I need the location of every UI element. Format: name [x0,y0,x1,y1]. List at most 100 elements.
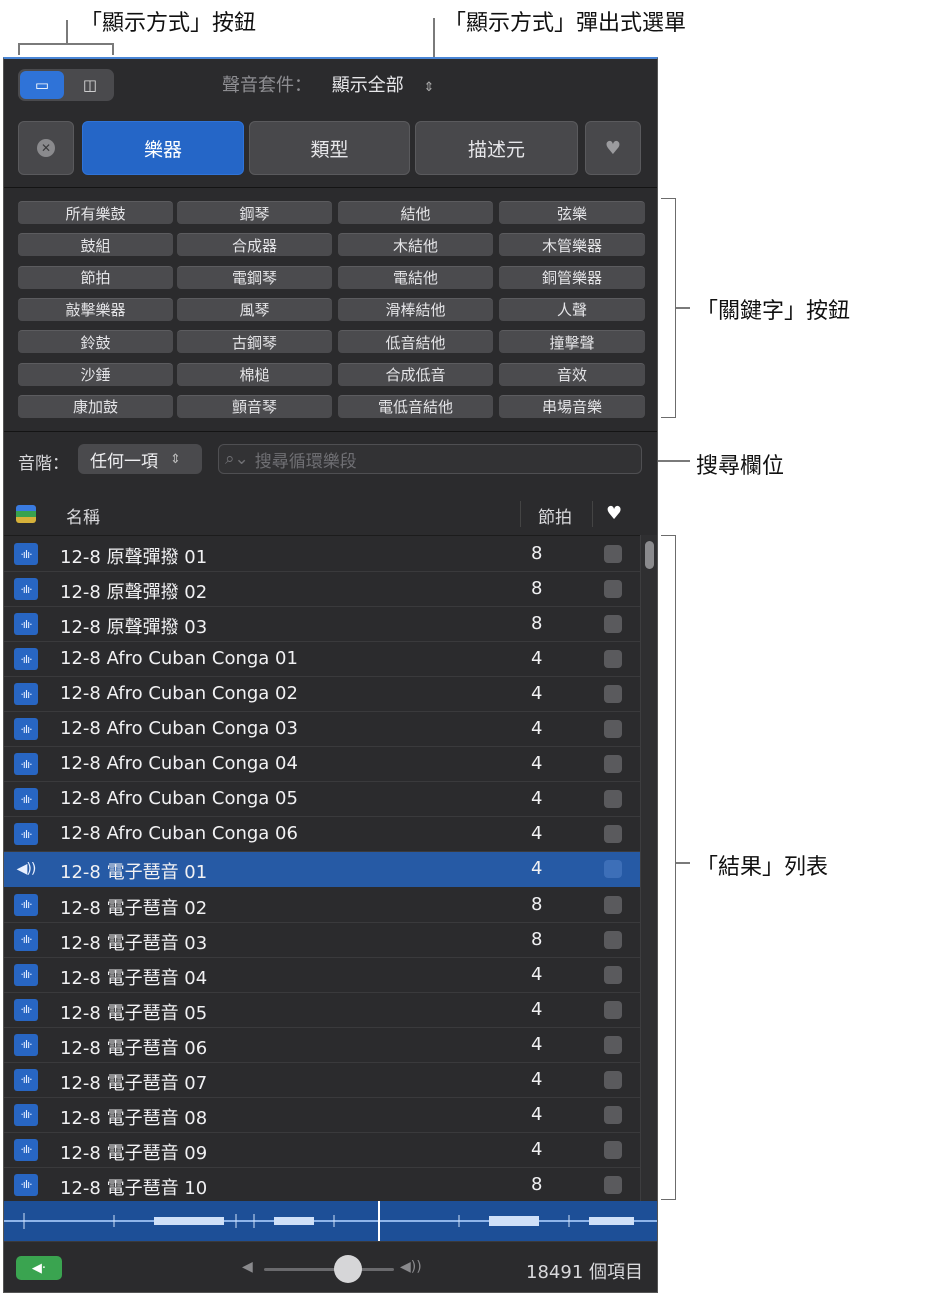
favorite-checkbox[interactable] [604,895,622,914]
keyword-button[interactable]: 合成低音 [338,362,493,386]
table-row[interactable]: ·ıIı· 12-8 電子琶音 02 8 [4,888,640,923]
item-count: 18491 個項目 [526,1262,643,1283]
favorite-checkbox[interactable] [604,1175,622,1194]
keyword-button[interactable]: 木結他 [338,233,493,257]
audio-loop-icon: ·ıIı· [14,683,38,706]
table-row[interactable]: ·ıIı· 12-8 Afro Cuban Conga 02 4 [4,677,640,713]
keyword-button[interactable]: 人聲 [499,297,645,321]
reset-button[interactable]: ✕ [18,121,74,175]
favorite-checkbox[interactable] [604,860,622,879]
tab-genre[interactable]: 類型 [249,121,410,175]
keyword-button[interactable]: 結他 [338,201,493,224]
favorites-button[interactable]: ♥ [585,121,641,175]
tab-descriptors[interactable]: 描述元 [415,121,578,175]
table-row[interactable]: ·ıIı· 12-8 原聲彈撥 03 8 [4,607,640,643]
keyword-button[interactable]: 低音結他 [338,330,493,354]
leader-line [676,307,690,309]
keyword-button[interactable]: 節拍 [18,265,173,289]
favorite-checkbox[interactable] [604,1000,622,1019]
keyword-button[interactable]: 古鋼琴 [177,330,332,354]
favorite-checkbox[interactable] [604,930,622,949]
row-name: 12-8 電子琶音 08 [60,1107,208,1129]
table-row[interactable]: ·ıIı· 12-8 電子琶音 10 8 [4,1168,640,1202]
table-row[interactable]: ·ıIı· 12-8 電子琶音 03 8 [4,923,640,958]
table-row[interactable]: ·ıIı· 12-8 Afro Cuban Conga 05 4 [4,782,640,818]
waveform-graphic [4,1201,657,1241]
scrollbar-thumb[interactable] [645,541,654,569]
favorite-checkbox[interactable] [604,1070,622,1089]
keyword-button[interactable]: 鋼琴 [177,201,332,224]
column-header-name[interactable]: 名稱 [66,503,100,528]
keyword-button[interactable]: 弦樂 [499,201,645,224]
keyword-button[interactable]: 合成器 [177,233,332,257]
row-beats: 8 [531,928,543,950]
keyword-button[interactable]: 串場音樂 [499,394,645,418]
favorite-checkbox[interactable] [604,545,622,563]
favorite-checkbox[interactable] [604,790,622,809]
view-toggle: ▭ ◫ [18,69,114,101]
favorite-checkbox[interactable] [604,650,622,669]
keyword-button[interactable]: 敲擊樂器 [18,297,173,321]
table-row[interactable]: ·ıIı· 12-8 電子琶音 07 4 [4,1063,640,1098]
keyword-button[interactable]: 撞擊聲 [499,330,645,354]
keyword-button[interactable]: 滑棒結他 [338,297,493,321]
favorite-checkbox[interactable] [604,755,622,774]
favorite-checkbox[interactable] [604,1140,622,1159]
favorite-checkbox[interactable] [604,825,622,844]
keyword-button[interactable]: 康加鼓 [18,394,173,418]
waveform-preview[interactable] [4,1201,657,1241]
search-input[interactable]: ⌕⌄ 搜尋循環樂段 [218,444,642,474]
table-row[interactable]: ·ıIı· 12-8 Afro Cuban Conga 06 4 [4,817,640,853]
favorite-checkbox[interactable] [604,685,622,704]
table-row[interactable]: ·ıIı· 12-8 電子琶音 08 4 [4,1098,640,1133]
keyword-button[interactable]: 顫音琴 [177,394,332,418]
favorites-column-heart-icon[interactable]: ♥ [606,503,622,524]
vertical-scrollbar[interactable] [640,535,657,1201]
keyword-button[interactable]: 鼓組 [18,233,173,257]
volume-slider-knob[interactable] [334,1255,362,1283]
column-header-beats[interactable]: 節拍 [538,503,572,528]
keyword-button[interactable]: 電結他 [338,265,493,289]
scale-popup[interactable]: 任何一項 ⇕ [78,444,202,474]
row-beats: 4 [531,998,543,1020]
table-row[interactable]: ◀)) 12-8 電子琶音 01 4 [4,852,640,888]
column-view-button[interactable]: ▭ [20,71,64,99]
keyword-button[interactable]: 木管樂器 [499,233,645,257]
row-beats: 4 [531,1138,543,1160]
favorite-checkbox[interactable] [604,965,622,984]
favorite-checkbox[interactable] [604,720,622,739]
table-row[interactable]: ·ıIı· 12-8 電子琶音 04 4 [4,958,640,993]
library-popup[interactable]: 聲音套件： 顯示全部 ⇕ [222,71,434,97]
table-row[interactable]: ·ıIı· 12-8 Afro Cuban Conga 03 4 [4,712,640,748]
keyword-button[interactable]: 所有樂鼓 [18,201,173,224]
table-row[interactable]: ·ıIı· 12-8 原聲彈撥 02 8 [4,572,640,608]
keyword-button[interactable]: 風琴 [177,297,332,321]
button-view-button[interactable]: ◫ [68,71,112,99]
table-row[interactable]: ·ıIı· 12-8 Afro Cuban Conga 01 4 [4,642,640,678]
keyword-button[interactable]: 沙錘 [18,362,173,386]
preview-speaker-button[interactable]: ◀· [16,1256,62,1280]
table-row[interactable]: ·ıIı· 12-8 原聲彈撥 01 8 [4,537,640,572]
volume-slider[interactable] [264,1268,394,1271]
table-row[interactable]: ·ıIı· 12-8 電子琶音 09 4 [4,1133,640,1168]
keyword-button[interactable]: 電鋼琴 [177,265,332,289]
favorite-checkbox[interactable] [604,580,622,599]
row-name: 12-8 電子琶音 04 [60,967,208,989]
tab-instrument[interactable]: 樂器 [82,121,244,175]
keyword-button[interactable]: 鈴鼓 [18,330,173,354]
divider [4,431,657,432]
favorite-checkbox[interactable] [604,1035,622,1054]
audio-loop-icon: ·ıIı· [14,578,38,601]
heart-icon: ♥ [604,137,622,159]
audio-loop-icon: ·ıIı· [14,648,38,671]
favorite-checkbox[interactable] [604,615,622,634]
keyword-button[interactable]: 音效 [499,362,645,386]
table-row[interactable]: ·ıIı· 12-8 電子琶音 06 4 [4,1028,640,1063]
color-column-icon[interactable] [16,505,36,523]
table-row[interactable]: ·ıIı· 12-8 電子琶音 05 4 [4,993,640,1028]
table-row[interactable]: ·ıIı· 12-8 Afro Cuban Conga 04 4 [4,747,640,783]
keyword-button[interactable]: 棉槌 [177,362,332,386]
keyword-button[interactable]: 電低音結他 [338,394,493,418]
favorite-checkbox[interactable] [604,1105,622,1124]
keyword-button[interactable]: 銅管樂器 [499,265,645,289]
